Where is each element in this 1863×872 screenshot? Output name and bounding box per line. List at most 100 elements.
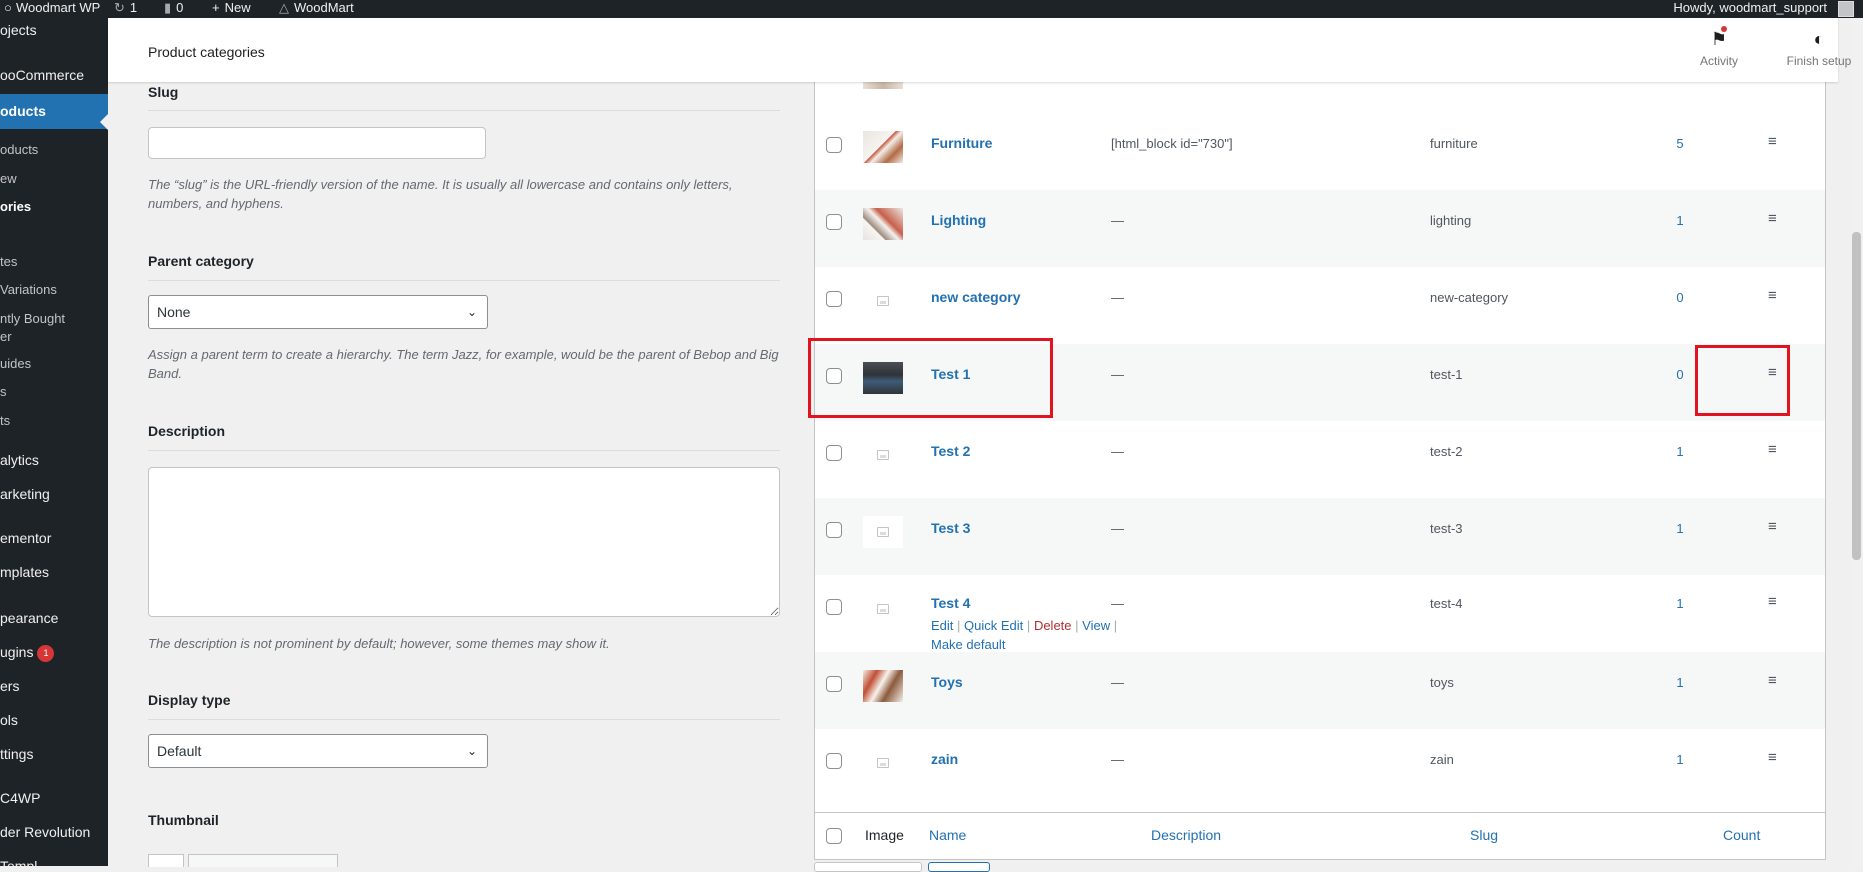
sidebar-item-templates-2[interactable]: Templ...	[0, 858, 49, 866]
category-name-link[interactable]: Furniture	[931, 135, 992, 151]
comments-link[interactable]: ▮ 0	[164, 0, 183, 18]
wordpress-icon[interactable]: ○	[4, 0, 12, 18]
scrollbar-thumb[interactable]	[1852, 232, 1861, 560]
parent-category-select[interactable]: None ⌄	[148, 295, 488, 329]
sidebar-subitem-size-guides[interactable]: uides	[0, 356, 31, 371]
page-scrollbar[interactable]	[1850, 18, 1863, 866]
drag-handle-icon[interactable]: ≡	[1768, 672, 1777, 689]
category-name-link[interactable]: zain	[931, 751, 958, 767]
sidebar-subitem-attributes[interactable]: tes	[0, 254, 17, 269]
sidebar-item-products[interactable]: oducts	[0, 94, 108, 129]
sidebar-item-settings[interactable]: ttings	[0, 746, 33, 762]
category-name-link[interactable]: new category	[931, 289, 1020, 305]
table-row: Test 2 — test-2 1 ≡	[815, 421, 1825, 498]
category-slug: zain	[1430, 752, 1454, 767]
footer-slug-sort[interactable]: Slug	[1470, 827, 1498, 843]
sidebar-subitem-frequently-bought[interactable]: ntly Bought	[0, 311, 65, 326]
sidebar-subitem-variations[interactable]: Variations	[0, 282, 57, 297]
finish-setup-button[interactable]: ◐ Finish setup	[1764, 28, 1863, 68]
row-checkbox[interactable]	[826, 291, 842, 307]
category-name-link[interactable]: Test 2	[931, 443, 970, 459]
category-count-link[interactable]: 1	[1660, 596, 1700, 611]
drag-handle-icon[interactable]: ≡	[1768, 210, 1777, 227]
category-count-link[interactable]: 1	[1660, 444, 1700, 459]
sidebar-item-slider-revolution[interactable]: der Revolution	[0, 824, 90, 840]
display-type-select[interactable]: Default ⌄	[148, 734, 488, 768]
row-checkbox[interactable]	[826, 599, 842, 615]
sidebar-subitem-all-products[interactable]: oducts	[0, 142, 38, 157]
apply-button[interactable]	[928, 862, 990, 872]
row-checkbox[interactable]	[826, 214, 842, 230]
divider	[148, 450, 780, 451]
quick-edit-link[interactable]: Quick Edit	[964, 618, 1023, 633]
sidebar-item-projects[interactable]: ojects	[0, 22, 37, 38]
sidebar-subitem-add-new[interactable]: ew	[0, 171, 17, 186]
bulk-actions-select[interactable]	[814, 862, 922, 872]
category-count-link[interactable]: 1	[1660, 752, 1700, 767]
category-count-link[interactable]: 0	[1660, 290, 1700, 305]
upload-image-button[interactable]	[188, 854, 338, 867]
sidebar-subitem-categories[interactable]: ories	[0, 199, 31, 214]
woodmart-logo-icon: △	[279, 0, 289, 15]
drag-handle-icon[interactable]: ≡	[1768, 749, 1777, 766]
row-checkbox[interactable]	[826, 445, 842, 461]
footer-count-sort[interactable]: Count	[1723, 827, 1760, 843]
select-all-checkbox[interactable]	[826, 828, 842, 844]
sidebar-subitem-ts[interactable]: ts	[0, 413, 10, 428]
category-name-link[interactable]: Test 3	[931, 520, 970, 536]
sidebar-item-tools[interactable]: ols	[0, 712, 18, 728]
avatar[interactable]	[1838, 1, 1854, 17]
drag-handle-icon[interactable]: ≡	[1768, 518, 1777, 535]
new-content-link[interactable]: + New	[212, 0, 251, 18]
slug-input[interactable]	[148, 127, 486, 159]
plugins-label: ugins	[0, 644, 34, 660]
category-name-link[interactable]: Toys	[931, 674, 963, 690]
category-slug: test-1	[1430, 367, 1463, 382]
make-default-link[interactable]: Make default	[931, 637, 1005, 652]
category-name-link[interactable]: Lighting	[931, 212, 986, 228]
category-name-link[interactable]: Test 4	[931, 595, 970, 611]
drag-handle-icon[interactable]: ≡	[1768, 441, 1777, 458]
comments-icon: ▮	[164, 0, 172, 15]
site-name-link[interactable]: Woodmart WP	[16, 0, 100, 18]
sidebar-item-users[interactable]: ers	[0, 678, 19, 694]
footer-name-sort[interactable]: Name	[929, 827, 966, 843]
description-textarea[interactable]	[148, 467, 780, 617]
sidebar-item-appearance[interactable]: pearance	[0, 610, 58, 626]
plus-icon: +	[212, 0, 220, 15]
row-checkbox[interactable]	[826, 676, 842, 692]
category-count-link[interactable]: 1	[1660, 521, 1700, 536]
drag-handle-icon[interactable]: ≡	[1768, 133, 1777, 150]
sidebar-item-elementor[interactable]: ementor	[0, 530, 51, 546]
row-checkbox[interactable]	[826, 137, 842, 153]
activity-button[interactable]: ⚑ Activity	[1694, 26, 1744, 68]
sidebar-item-templates[interactable]: mplates	[0, 564, 49, 580]
row-checkbox[interactable]	[826, 753, 842, 769]
delete-link[interactable]: Delete	[1034, 618, 1072, 633]
table-row: Test 4 — test-4 1 ≡ Edit | Quick Edit | …	[815, 575, 1825, 652]
flag-icon: ⚑	[1709, 26, 1729, 50]
sidebar-item-plugins[interactable]: ugins 1	[0, 644, 55, 662]
sidebar-item-marketing[interactable]: arketing	[0, 486, 50, 502]
thumbnail-preview	[148, 854, 184, 867]
updates-icon: ↻	[114, 0, 125, 15]
view-link[interactable]: View	[1082, 618, 1110, 633]
category-count-link[interactable]: 1	[1660, 213, 1700, 228]
drag-handle-icon[interactable]: ≡	[1768, 593, 1777, 610]
sidebar-item-analytics[interactable]: alytics	[0, 452, 39, 468]
category-count-link[interactable]: 5	[1660, 136, 1700, 151]
footer-description-sort[interactable]: Description	[1151, 827, 1221, 843]
updates-link[interactable]: ↻ 1	[114, 0, 137, 18]
theme-link[interactable]: △ WoodMart	[279, 0, 354, 18]
sidebar-item-woocommerce[interactable]: ooCommerce	[0, 67, 84, 83]
howdy-user[interactable]: Howdy, woodmart_support	[1673, 0, 1827, 18]
sidebar-item-mc4wp[interactable]: C4WP	[0, 790, 40, 806]
sidebar-subitem-together[interactable]: er	[0, 329, 12, 344]
footer-image-label: Image	[865, 827, 904, 843]
edit-link[interactable]: Edit	[931, 618, 953, 633]
category-count-link[interactable]: 0	[1660, 367, 1700, 382]
drag-handle-icon[interactable]: ≡	[1768, 287, 1777, 304]
sidebar-subitem-s[interactable]: s	[0, 384, 7, 399]
category-count-link[interactable]: 1	[1660, 675, 1700, 690]
row-checkbox[interactable]	[826, 522, 842, 538]
